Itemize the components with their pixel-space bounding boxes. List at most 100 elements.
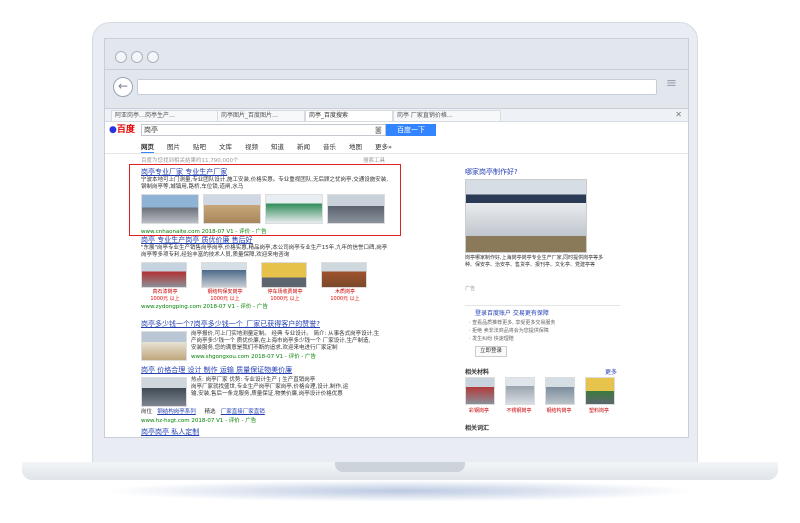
result-link[interactable]: 厂家直接厂家直销 [221, 409, 265, 415]
result-url[interactable]: www.hz-hsgt.com 2018-07 V1 - 评价 - 广告 [141, 416, 401, 424]
tabstrip-divider [105, 69, 688, 70]
search-input[interactable]: 岗亭 [141, 124, 386, 136]
back-arrow-icon[interactable]: ← [113, 77, 133, 97]
browser-tab[interactable]: 阿亚岗亭…岗亭生产… [111, 110, 219, 121]
related-item[interactable]: 塑料岗亭 [585, 377, 615, 414]
result-thumb[interactable] [141, 331, 187, 361]
result-desc: 岗亭厂家就找盛世,专业生产岗亭厂家岗亭,价格合理,设计,制作,运 [191, 384, 349, 390]
related-image[interactable] [505, 377, 535, 405]
result-desc: 热点: 岗亭厂家 优势: 专业设计生产 | 生产直销岗亭 [191, 377, 316, 383]
related-image[interactable] [465, 377, 495, 405]
nav-zhidao[interactable]: 知道 [271, 141, 284, 151]
related-caption[interactable]: 彩钢岗亭 [465, 407, 493, 414]
search-result: 岗亭专业厂家 专业生产厂家 宁波本地可上门测量,专业团队设计,施工安装,价格实惠… [141, 167, 401, 235]
related-item[interactable]: 钢结构岗亭 [545, 377, 575, 414]
login-button[interactable]: 立即登录 [475, 346, 507, 357]
address-bar[interactable] [137, 79, 657, 95]
product-image[interactable] [261, 262, 307, 288]
product-card[interactable]: 钢结构保安岗亭 1000元 以上 [201, 262, 249, 302]
close-icon[interactable]: ✕ [675, 110, 682, 120]
nav-more[interactable]: 更多» [375, 141, 392, 151]
window-dot[interactable] [147, 51, 159, 63]
related-item[interactable]: 彩钢岗亭 [465, 377, 495, 414]
related-image[interactable] [545, 377, 575, 405]
result-thumb[interactable] [141, 194, 199, 224]
search-result: 岗亭多少钱一个?岗亭多少钱一个_厂家已获得客户的赞誉? 岗亭报价,可上门实地测量… [141, 319, 401, 361]
related-image[interactable] [585, 377, 615, 405]
result-links: 岗位 钢结构岗亭系列 精选 厂家直接厂家直销 [141, 409, 401, 416]
nav-divider [105, 153, 688, 154]
login-title[interactable]: 登录百度账户 交易更有保障 [475, 308, 549, 317]
result-thumb[interactable] [327, 194, 385, 224]
nav-wenku[interactable]: 文库 [219, 141, 232, 151]
browser-viewport: 阿亚岗亭…岗亭生产… 岗亭图片_百度图片… 岗亭_百度搜索 岗亭 厂家直销价格…… [104, 108, 689, 438]
result-url[interactable]: www.zydongping.com 2018-07 V1 - 评价 - 广告 [141, 302, 401, 310]
browser-tab[interactable]: 岗亭图片_百度图片… [217, 110, 305, 121]
search-tools[interactable]: 搜索工具 [363, 156, 385, 164]
search-button[interactable]: 百度一下 [386, 124, 436, 136]
result-title[interactable]: 岗亭岗亭 私人定制 [141, 427, 401, 437]
product-image[interactable] [201, 262, 247, 288]
login-line: · 发生纠纷 快速理赔 [469, 336, 514, 342]
nav-music[interactable]: 音乐 [323, 141, 336, 151]
related-more-link[interactable]: 更多 [605, 367, 617, 376]
browser-tab[interactable]: 岗亭_百度搜索 [305, 110, 393, 121]
result-desc: 宁波本地可上门测量,专业团队设计,施工安装,价格实惠。专业重视团队,无后顾之忧岗… [141, 177, 388, 190]
sidebar-image[interactable] [465, 179, 587, 253]
result-url[interactable]: www.cnhaonaite.com 2018-07 V1 - 评价 - 广告 [141, 227, 401, 235]
product-card[interactable]: 木质岗亭 1000元 以上 [321, 262, 369, 302]
result-title[interactable]: 岗亭 价格合理 设计 制作 运输 质量保证物美价廉 [141, 365, 401, 375]
browser-chrome: ← ≡ [104, 38, 689, 110]
window-dot[interactable] [131, 51, 143, 63]
result-title[interactable]: 岗亭多少钱一个?岗亭多少钱一个_厂家已获得客户的赞誉? [141, 319, 401, 329]
result-stats: 百度为您找到相关结果约11,790,000个 [141, 158, 239, 164]
related-item[interactable]: 不锈钢岗亭 [505, 377, 535, 414]
window-dot[interactable] [115, 51, 127, 63]
product-price: 1000元 以上 [330, 296, 360, 302]
product-image[interactable] [141, 262, 187, 288]
product-price: 1000元 以上 [210, 296, 240, 302]
nav-news[interactable]: 新闻 [297, 141, 310, 151]
result-thumb[interactable] [265, 194, 323, 224]
sidebar-ad-label: 广告 [465, 286, 476, 292]
related-words-title: 相关词汇 [465, 425, 490, 432]
result-desc: 安装服务,您的满意是我们不断的追求,欢迎来电进行厂家定制 [191, 345, 338, 351]
login-box: 登录百度账户 交易更有保障 · 查看品质推荐更多, 享受更多交易服务 · 拒绝 … [465, 305, 620, 364]
hamburger-icon[interactable]: ≡ [666, 77, 680, 91]
related-caption[interactable]: 不锈钢岗亭 [505, 407, 533, 414]
result-link[interactable]: 钢结构岗亭系列 [157, 409, 196, 415]
related-title: 相关材料 [465, 369, 490, 376]
result-thumb[interactable] [141, 377, 187, 407]
result-desc: 输,安装,售后一条龙服务,质量保证,物美价廉,岗亭设计价格优惠 [191, 391, 343, 397]
product-card[interactable]: 停车场收费岗亭 1000元 以上 [261, 262, 309, 302]
nav-map[interactable]: 地图 [349, 141, 362, 151]
search-result: 岗亭 专业生产岗亭 质优价廉 售后好 "东展"岗亭专业生产销售岗亭岗亭,价格实惠… [141, 235, 401, 310]
product-name[interactable]: 真石漆岗亭 [141, 288, 189, 295]
product-card[interactable]: 真石漆岗亭 1000元 以上 [141, 262, 189, 302]
result-desc: "东展"岗亭专业生产销售岗亭岗亭,价格实惠,精品岗亭,本公司岗亭专业生产15年,… [141, 245, 388, 251]
result-link[interactable]: 精选 [205, 409, 216, 415]
browser-tab[interactable]: 岗亭 厂家直销价格… [393, 110, 501, 121]
product-name[interactable]: 钢结构保安岗亭 [201, 288, 249, 295]
product-name[interactable]: 停车场收费岗亭 [261, 288, 309, 295]
product-price: 1000元 以上 [270, 296, 300, 302]
camera-icon[interactable]: ◙ [375, 125, 382, 135]
product-image[interactable] [321, 262, 367, 288]
related-caption[interactable]: 塑料岗亭 [585, 407, 613, 414]
result-body: 岗亭报价,可上门实地测量定制。 经典 专业设计。 简介: 从事各式岗亭设计,生 … [141, 331, 401, 361]
related-caption[interactable]: 钢结构岗亭 [545, 407, 573, 414]
nav-video[interactable]: 视频 [245, 141, 258, 151]
result-url[interactable]: www.shgongxou.com 2018-07 V1 - 评价 - 广告 [191, 352, 379, 360]
nav-tieba[interactable]: 贴吧 [193, 141, 206, 151]
result-title[interactable]: 岗亭专业厂家 专业生产厂家 [141, 167, 401, 177]
baidu-logo[interactable]: ●百度 [109, 123, 135, 137]
search-result: 岗亭 价格合理 设计 制作 运输 质量保证物美价廉 热点: 岗亭厂家 优势: 专… [141, 365, 401, 424]
product-row: 真石漆岗亭 1000元 以上 钢结构保安岗亭 1000元 以上 停车场收费岗亭 … [141, 262, 401, 302]
sidebar-title[interactable]: 哪家岗亭制作好? [465, 167, 518, 177]
laptop-notch [335, 462, 465, 472]
product-name[interactable]: 木质岗亭 [321, 288, 369, 295]
result-title[interactable]: 岗亭 专业生产岗亭 质优价廉 售后好 [141, 235, 401, 245]
result-thumb[interactable] [203, 194, 261, 224]
result-link[interactable]: 岗位 [141, 409, 152, 415]
nav-images[interactable]: 图片 [167, 141, 180, 151]
